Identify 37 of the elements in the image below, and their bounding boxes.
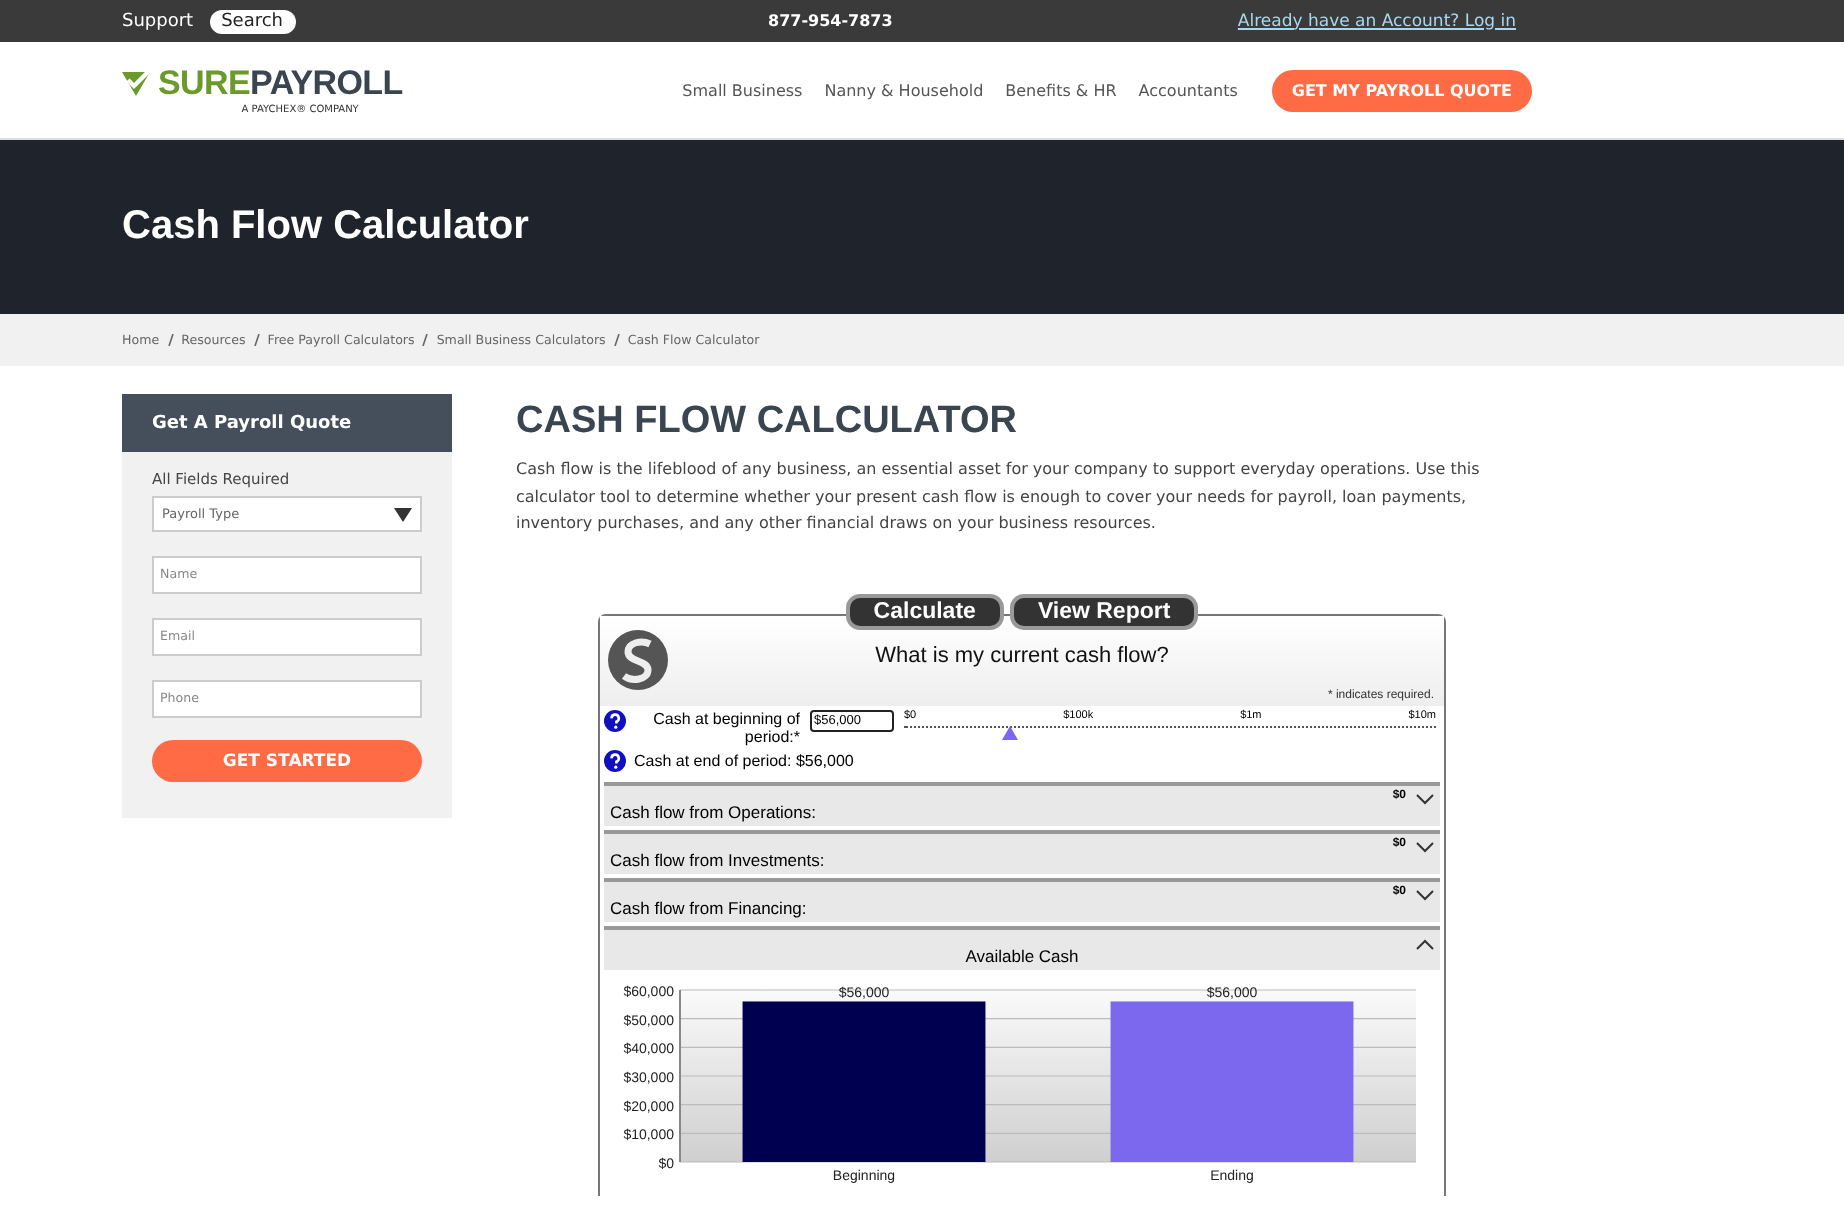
section-label: Cash flow from Financing:: [610, 898, 809, 919]
chevron-down-icon: [1416, 794, 1434, 807]
section-heading: CASH FLOW CALCULATOR: [516, 400, 1019, 444]
logo-icon: [606, 628, 670, 693]
end-cash-text: Cash at end of period: $56,000: [634, 752, 854, 771]
brand-name: SUREPAYROLL: [158, 64, 403, 104]
panel-header: Get A Payroll Quote: [122, 394, 452, 452]
phone-number: 877-954-7873: [768, 12, 893, 30]
calculator-button[interactable]: View Report: [1009, 594, 1199, 631]
calculator-question: What is my current cash flow?: [875, 644, 1169, 673]
login-link[interactable]: Already have an Account? Log in: [1237, 11, 1516, 31]
support-link[interactable]: Support: [122, 11, 194, 31]
nav-link[interactable]: Nanny & Household: [824, 81, 984, 99]
input-label: Cash at beginning of period:*: [651, 710, 800, 747]
chevron-down-icon: [1416, 842, 1434, 855]
nav-link[interactable]: Accountants: [1138, 81, 1238, 99]
chevron-up-icon: [1416, 938, 1434, 951]
slash-separator-icon: [167, 334, 174, 346]
help-icon[interactable]: [604, 750, 626, 773]
slider-thumb[interactable]: [1002, 726, 1019, 741]
slash-separator-icon: [613, 334, 620, 346]
section-label: Cash flow from Operations:: [610, 802, 818, 823]
nav-link[interactable]: Benefits & HR: [1005, 81, 1117, 99]
search-button[interactable]: Search: [209, 9, 295, 33]
dropdown-arrow-icon: [394, 507, 412, 521]
slash-separator-icon: [422, 334, 429, 346]
page-title: Cash Flow Calculator: [122, 204, 529, 250]
calculator-button[interactable]: Calculate: [845, 594, 1004, 631]
section-title: Available Cash: [965, 946, 1079, 967]
nav-link[interactable]: Small Business: [682, 81, 803, 99]
help-icon[interactable]: [604, 710, 626, 733]
intro-paragraph: Cash flow is the lifeblood of any business, an essential asset for your company to support everyday operations. Use this calculator tool to determine whether your present cash flow is enough to cover your needs for payroll, loan payments, inventory purchases, and any other financial draws on your business resources.: [516, 458, 1482, 537]
checkmark-icon: [122, 70, 152, 98]
section-label: Cash flow from Investments:: [610, 850, 827, 871]
chevron-down-icon: [1416, 890, 1434, 903]
section-header[interactable]: Available Cash: [604, 926, 1440, 971]
slash-separator-icon: [253, 334, 260, 346]
